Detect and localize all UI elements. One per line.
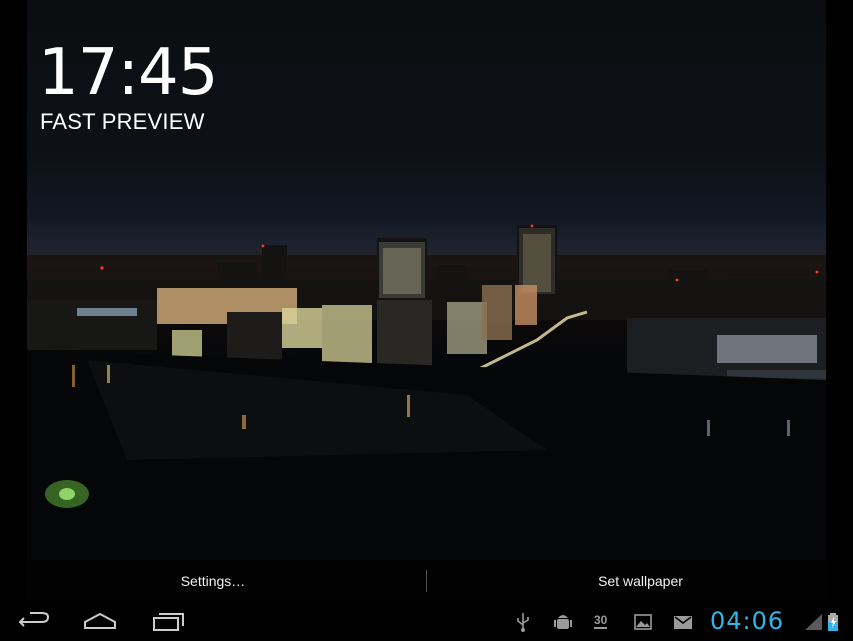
settings-button[interactable]: Settings… <box>0 560 426 602</box>
calendar-icon: 30 <box>592 611 614 633</box>
fast-preview-label: FAST PREVIEW <box>40 109 205 134</box>
usb-icon <box>512 611 534 633</box>
back-icon[interactable] <box>12 606 56 636</box>
screen: 17:45 FAST PREVIEW Settings… Set wallpap… <box>0 0 853 640</box>
preview-clock: 17:45 <box>38 36 218 110</box>
wallpaper-action-bar: Settings… Set wallpaper <box>0 560 853 602</box>
recent-apps-icon[interactable] <box>146 606 190 636</box>
signal-icon <box>803 611 825 633</box>
battery-charging-icon <box>826 611 842 633</box>
android-debug-icon <box>552 611 574 633</box>
set-wallpaper-button[interactable]: Set wallpaper <box>428 560 853 602</box>
calendar-day: 30 <box>594 613 608 629</box>
system-clock: 04:06 <box>710 607 785 635</box>
home-icon[interactable] <box>78 606 122 636</box>
gmail-icon <box>672 611 694 633</box>
gallery-icon <box>632 611 654 633</box>
system-bar: 30 04:06 <box>0 602 853 640</box>
action-divider <box>426 570 427 592</box>
